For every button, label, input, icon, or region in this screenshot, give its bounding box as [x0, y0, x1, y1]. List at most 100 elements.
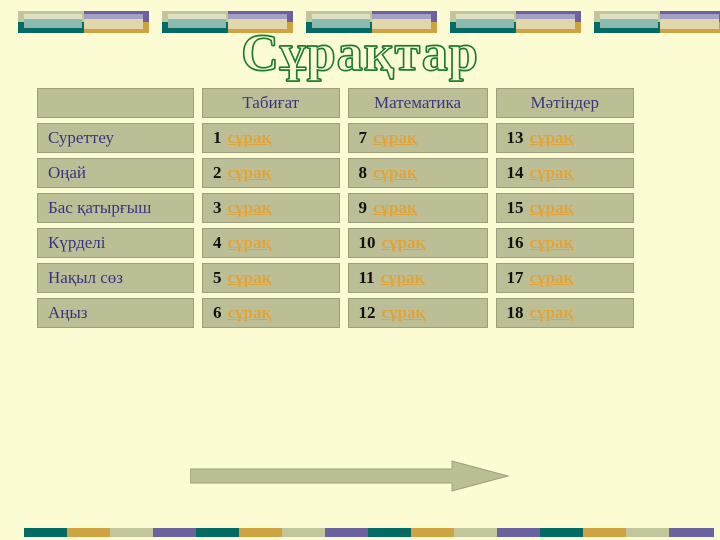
question-cell-11[interactable]: 11 сұрақ	[347, 263, 488, 293]
row-label-5: Нақыл сөз	[37, 263, 194, 293]
question-link[interactable]: сұрақ	[227, 233, 271, 252]
decor-overlay	[600, 19, 658, 28]
question-link[interactable]: сұрақ	[530, 303, 574, 322]
row-label-2: Оңай	[37, 158, 194, 188]
header-cell-math: Математика	[347, 88, 488, 118]
question-cell-17[interactable]: 17 сұрақ	[495, 263, 634, 293]
decor-block-top-3	[306, 11, 437, 33]
bottom-decorative-band	[0, 526, 720, 540]
question-link[interactable]: сұрақ	[227, 163, 271, 182]
question-link[interactable]: сұрақ	[530, 128, 574, 147]
table-row: Күрделі 4 сұрақ 10 сұрақ 16 сұрақ	[37, 228, 634, 258]
question-link[interactable]: сұрақ	[373, 128, 417, 147]
decor-overlay	[372, 19, 431, 29]
top-decorative-band	[0, 0, 720, 40]
question-number: 2	[212, 163, 222, 182]
decor-block-bottom-1	[24, 528, 69, 537]
question-number: 15	[506, 198, 524, 217]
decor-block-bottom-16	[669, 528, 714, 537]
question-cell-7[interactable]: 7 сұрақ	[347, 123, 488, 153]
question-number: 5	[212, 268, 222, 287]
header-cell-texts: Мәтіндер	[495, 88, 634, 118]
decor-overlay	[312, 19, 370, 28]
question-number: 18	[506, 303, 524, 322]
table-row: Нақыл сөз 5 сұрақ 11 сұрақ 17 сұрақ	[37, 263, 634, 293]
decor-block-bottom-9	[368, 528, 413, 537]
question-cell-5[interactable]: 5 сұрақ	[201, 263, 340, 293]
question-cell-8[interactable]: 8 сұрақ	[347, 158, 488, 188]
decor-overlay	[660, 19, 719, 29]
question-link[interactable]: сұрақ	[382, 303, 426, 322]
header-cell-blank	[37, 88, 194, 118]
question-link[interactable]: сұрақ	[530, 233, 574, 252]
question-number: 11	[358, 268, 375, 287]
decor-block-bottom-14	[583, 528, 628, 537]
question-cell-12[interactable]: 12 сұрақ	[347, 298, 488, 328]
question-number: 1	[212, 128, 222, 147]
decor-overlay	[228, 19, 287, 29]
question-link[interactable]: сұрақ	[227, 128, 271, 147]
question-number: 12	[358, 303, 376, 322]
question-number: 7	[358, 128, 368, 147]
question-cell-16[interactable]: 16 сұрақ	[495, 228, 634, 258]
question-number: 10	[358, 233, 376, 252]
question-link[interactable]: сұрақ	[373, 163, 417, 182]
question-number: 4	[212, 233, 222, 252]
table-row: Суреттеу 1 сұрақ 7 сұрақ 13 сұрақ	[37, 123, 634, 153]
table-row: Бас қатырғыш 3 сұрақ 9 сұрақ 15 сұрақ	[37, 193, 634, 223]
decor-block-bottom-3	[110, 528, 155, 537]
table-row: Оңай 2 сұрақ 8 сұрақ 14 сұрақ	[37, 158, 634, 188]
question-number: 8	[358, 163, 368, 182]
arrow-right-icon	[189, 460, 510, 492]
questions-table-body: Табиғат Математика Мәтіндер Суреттеу 1 сұр…	[37, 88, 634, 328]
decor-block-bottom-12	[497, 528, 542, 537]
question-link[interactable]: сұрақ	[530, 198, 574, 217]
decor-block-bottom-4	[153, 528, 198, 537]
question-link[interactable]: сұрақ	[382, 233, 426, 252]
question-number: 13	[506, 128, 524, 147]
decor-block-bottom-13	[540, 528, 585, 537]
question-cell-14[interactable]: 14 сұрақ	[495, 158, 634, 188]
decor-block-top-2	[162, 11, 293, 33]
question-cell-18[interactable]: 18 сұрақ	[495, 298, 634, 328]
decor-block-bottom-11	[454, 528, 499, 537]
row-label-1: Суреттеу	[37, 123, 194, 153]
row-label-4: Күрделі	[37, 228, 194, 258]
question-number: 14	[506, 163, 524, 182]
question-cell-9[interactable]: 9 сұрақ	[347, 193, 488, 223]
question-cell-10[interactable]: 10 сұрақ	[347, 228, 488, 258]
question-number: 9	[358, 198, 368, 217]
decor-block-bottom-10	[411, 528, 456, 537]
question-link[interactable]: сұрақ	[530, 163, 574, 182]
header-cell-nature: Табиғат	[201, 88, 340, 118]
decor-block-bottom-15	[626, 528, 671, 537]
question-link[interactable]: сұрақ	[227, 268, 271, 287]
question-link[interactable]: сұрақ	[227, 303, 271, 322]
question-cell-6[interactable]: 6 сұрақ	[201, 298, 340, 328]
question-cell-15[interactable]: 15 сұрақ	[495, 193, 634, 223]
row-label-6: Аңыз	[37, 298, 194, 328]
question-link[interactable]: сұрақ	[373, 198, 417, 217]
decor-block-bottom-7	[282, 528, 327, 537]
decor-block-bottom-8	[325, 528, 370, 537]
decor-overlay	[456, 19, 514, 28]
question-number: 6	[212, 303, 222, 322]
question-link[interactable]: сұрақ	[227, 198, 271, 217]
questions-table: Табиғат Математика Мәтіндер Суреттеу 1 сұр…	[29, 83, 642, 333]
question-cell-1[interactable]: 1 сұрақ	[201, 123, 340, 153]
question-link[interactable]: сұрақ	[530, 268, 574, 287]
table-header-row: Табиғат Математика Мәтіндер	[37, 88, 634, 118]
question-number: 16	[506, 233, 524, 252]
question-cell-13[interactable]: 13 сұрақ	[495, 123, 634, 153]
decor-block-bottom-6	[239, 528, 284, 537]
decor-block-top-4	[450, 11, 581, 33]
question-link[interactable]: сұрақ	[381, 268, 425, 287]
question-cell-4[interactable]: 4 сұрақ	[201, 228, 340, 258]
decor-block-top-5	[594, 11, 720, 33]
question-cell-3[interactable]: 3 сұрақ	[201, 193, 340, 223]
table-row: Аңыз 6 сұрақ 12 сұрақ 18 сұрақ	[37, 298, 634, 328]
decor-block-top-1	[18, 11, 149, 33]
next-arrow[interactable]	[189, 460, 510, 492]
question-number: 17	[506, 268, 524, 287]
question-cell-2[interactable]: 2 сұрақ	[201, 158, 340, 188]
